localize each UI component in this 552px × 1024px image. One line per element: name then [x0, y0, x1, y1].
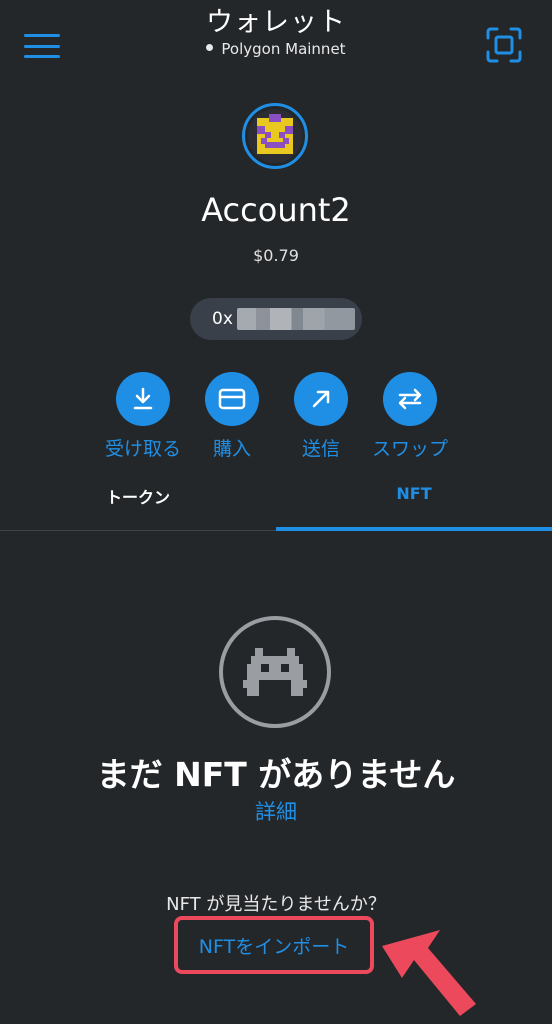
page-title: ウォレット [206, 7, 346, 38]
qr-scan-icon[interactable] [485, 26, 523, 64]
nft-placeholder [219, 616, 331, 728]
swap-icon [383, 372, 437, 426]
address-copy-button[interactable]: 0x [190, 298, 362, 340]
send-arrow-icon [294, 372, 348, 426]
wallet-screen: ウォレット Polygon Mainnet Account2 $0.79 0x [0, 0, 552, 1024]
receive-button[interactable]: 受け取る [93, 372, 193, 461]
account-name: Account2 [201, 191, 351, 229]
network-selector[interactable]: Polygon Mainnet [0, 40, 552, 58]
network-name: Polygon Mainnet [221, 40, 346, 58]
buy-button[interactable]: 購入 [182, 372, 282, 461]
pixel-avatar-icon [248, 109, 302, 163]
nft-not-found-text: NFT が見当たりませんか？ [166, 894, 386, 915]
address-prefix: 0x [212, 309, 233, 329]
tab-nft[interactable]: NFT [276, 484, 552, 503]
account-avatar[interactable] [242, 103, 308, 169]
receive-label: 受け取る [104, 438, 181, 460]
send-button[interactable]: 送信 [271, 372, 371, 461]
download-icon [116, 372, 170, 426]
pointer-arrow-icon [382, 930, 476, 1016]
network-status-dot [206, 44, 214, 51]
tab-tokens[interactable]: トークン [0, 484, 276, 508]
space-invader-icon [243, 648, 307, 696]
tab-active-indicator [276, 527, 552, 531]
buy-label: 購入 [212, 438, 251, 460]
header: ウォレット Polygon Mainnet [0, 6, 552, 58]
card-icon [205, 372, 259, 426]
swap-label: スワップ [371, 438, 448, 460]
import-nft-link[interactable]: NFTをインポート [174, 916, 374, 974]
swap-button[interactable]: スワップ [360, 372, 460, 461]
address-redacted [236, 308, 355, 330]
empty-state-title: まだ NFT がありません [96, 755, 456, 794]
learn-more-link[interactable]: 詳細 [0, 796, 552, 826]
send-label: 送信 [301, 438, 340, 460]
account-balance: $0.79 [253, 246, 299, 265]
